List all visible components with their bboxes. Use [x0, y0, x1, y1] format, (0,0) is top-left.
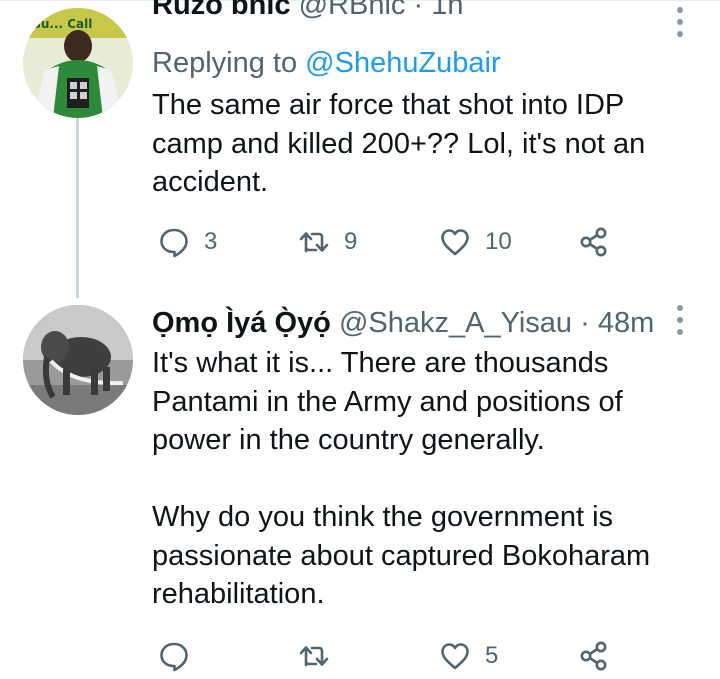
display-name[interactable]: Ruzo bnic	[152, 0, 291, 21]
tweet-body-paragraph-1: It's what it is... There are thousands P…	[152, 347, 623, 456]
dot-separator: ·	[580, 307, 590, 339]
reply-icon	[160, 228, 188, 258]
avatar-shakz-a-yisau[interactable]	[23, 305, 133, 415]
avatar-rbnic[interactable]: Gu... Call	[23, 8, 133, 118]
tweet-header: Ọmọ Ìyá Ọ̀yọ́ @Shakz_A_Yisau · 48m	[152, 306, 654, 340]
user-handle[interactable]: @RBnic	[299, 0, 406, 21]
like-count: 5	[485, 642, 499, 669]
avatar-image	[23, 305, 133, 415]
thread-connector-line	[76, 118, 79, 298]
like-icon	[441, 229, 469, 256]
retweet-button[interactable]: 9	[298, 222, 357, 262]
retweet-icon	[299, 232, 329, 253]
retweet-button[interactable]	[298, 636, 344, 676]
like-icon	[441, 643, 469, 670]
more-options-icon[interactable]	[668, 300, 692, 340]
retweet-icon	[299, 646, 329, 667]
display-name[interactable]: Ọmọ Ìyá Ọ̀yọ́	[152, 307, 331, 339]
tweet-body-paragraph-2: Why do you think the government is passi…	[152, 501, 651, 610]
avatar-image: Gu... Call	[23, 8, 133, 118]
dot-separator: ·	[413, 0, 424, 21]
replying-to-label: Replying to	[152, 47, 298, 79]
tweet-header: Ruzo bnic @RBnic · 1h	[152, 0, 463, 22]
reply-button[interactable]: 3	[158, 222, 217, 262]
tweet-timestamp[interactable]: 1h	[431, 0, 463, 21]
reply-button[interactable]	[158, 636, 204, 676]
replying-to-line: Replying to @ShehuZubair	[152, 46, 501, 80]
user-handle[interactable]: @Shakz_A_Yisau	[339, 307, 572, 339]
share-button[interactable]	[578, 222, 610, 262]
like-count: 10	[485, 228, 512, 255]
tweet-body: The same air force that shot into IDP ca…	[152, 89, 646, 198]
retweet-count: 9	[344, 228, 358, 255]
like-button[interactable]: 10	[439, 222, 512, 262]
share-icon	[580, 227, 607, 257]
like-button[interactable]: 5	[439, 636, 498, 676]
more-options-icon[interactable]	[668, 2, 692, 42]
tweet-actions: 5	[152, 636, 692, 676]
reply-icon	[160, 642, 188, 672]
share-button[interactable]	[578, 636, 610, 676]
reply-count: 3	[204, 228, 218, 255]
tweet-actions: 3 9 10	[152, 222, 692, 262]
tweet-timestamp[interactable]: 48m	[598, 307, 654, 339]
svg-text:Gu... Call: Gu... Call	[31, 17, 92, 31]
share-icon	[580, 641, 607, 671]
mention-link[interactable]: @ShehuZubair	[305, 47, 501, 79]
